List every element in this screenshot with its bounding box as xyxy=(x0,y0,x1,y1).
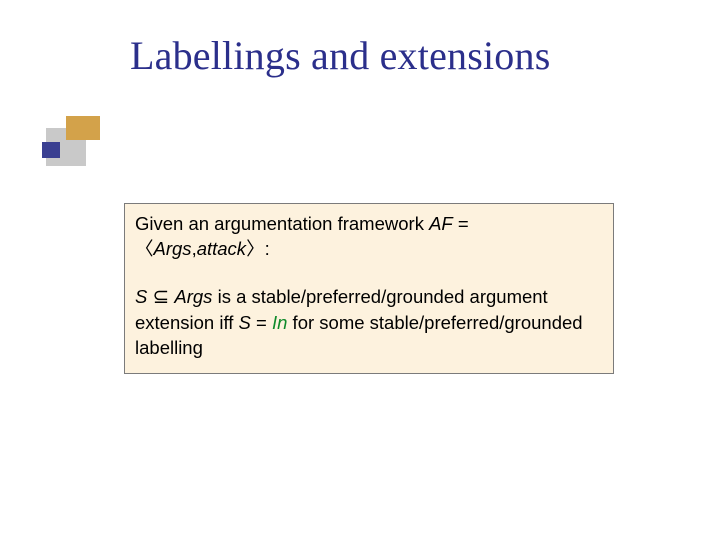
p2-text-a: is a stable/preferred/grounded xyxy=(212,286,469,307)
subset-icon: ⊆ xyxy=(152,286,169,308)
p2-iff: iff xyxy=(214,312,238,333)
paragraph-1: Given an argumentation framework AF = 〈A… xyxy=(135,212,603,262)
p1-af: AF xyxy=(429,213,453,234)
content-box: Given an argumentation framework AF = 〈A… xyxy=(124,203,614,374)
p2-S: S xyxy=(135,286,152,307)
p1-text-a: Given an argumentation framework xyxy=(135,213,429,234)
p2-for: for some stable/preferred/grounded xyxy=(287,312,582,333)
gold-square-icon xyxy=(66,116,100,140)
slide: Labellings and extensions Given an argum… xyxy=(0,0,720,540)
p1-rangle: 〉: xyxy=(246,238,270,259)
p1-langle: 〈 xyxy=(135,238,154,259)
navy-square-icon xyxy=(42,142,60,158)
p2-Seq: S xyxy=(239,312,251,333)
p2-args: Args xyxy=(174,286,212,307)
corner-squares-icon xyxy=(42,116,106,168)
slide-title: Labellings and extensions xyxy=(130,32,550,79)
p1-eq: = xyxy=(453,213,469,234)
p2-In: In xyxy=(272,312,287,333)
p1-attack: attack xyxy=(197,238,246,259)
p2-eqsym: = xyxy=(251,312,272,333)
paragraph-2: S ⊆ Args is a stable/preferred/grounded … xyxy=(135,284,603,361)
p1-args: Args xyxy=(154,238,192,259)
p2-labelling: labelling xyxy=(135,337,203,358)
